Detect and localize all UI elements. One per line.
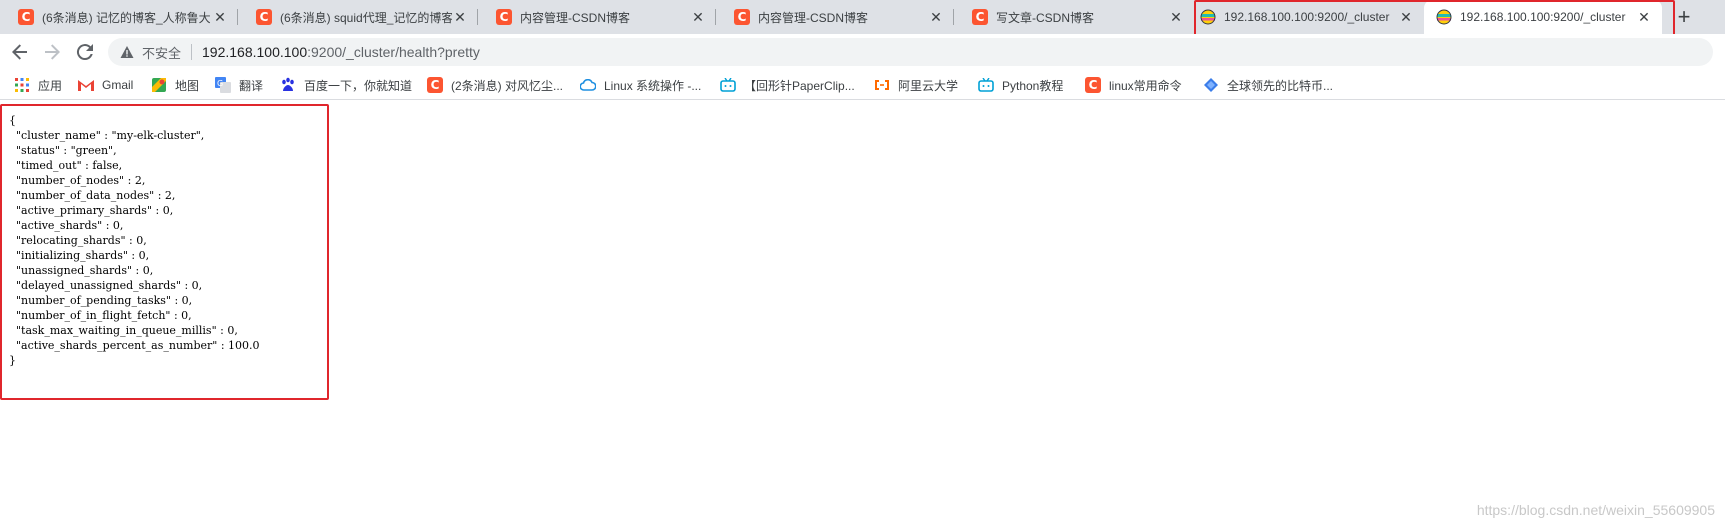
forward-arrow-icon[interactable] (40, 40, 64, 64)
tab-title: 内容管理-CSDN博客 (520, 10, 630, 25)
close-icon[interactable]: ✕ (1168, 9, 1184, 26)
csdn-icon: C (734, 9, 750, 25)
url-path: :9200/_cluster/health?pretty (307, 44, 480, 60)
close-icon[interactable]: ✕ (212, 9, 228, 26)
json-line: "number_of_data_nodes" : 2, (9, 189, 176, 202)
aliyun-icon (874, 77, 890, 93)
tab-5[interactable]: 192.168.100.100:9200/_cluster ✕ (1196, 0, 1424, 34)
watermark: https://blog.csdn.net/weixin_55609905 (1476, 502, 1715, 518)
apps-grid-icon (14, 77, 30, 93)
csdn-icon: C (427, 77, 443, 93)
tab-4[interactable]: C 写文章-CSDN博客 ✕ (954, 0, 1194, 34)
warning-triangle-icon[interactable] (120, 45, 134, 59)
tab-title: (6条消息) 记忆的博客_人称鲁大 (42, 10, 211, 25)
bookmark-maps[interactable]: 地图 (151, 76, 199, 94)
bookmark-translate[interactable]: G 翻译 (215, 76, 263, 94)
bookmark-label: 地图 (175, 78, 200, 93)
close-icon[interactable]: ✕ (690, 9, 706, 26)
tab-6-active[interactable]: 192.168.100.100:9200/_cluster ✕ (1424, 0, 1662, 34)
bookmark-aliyun[interactable]: 阿里云大学 (874, 76, 958, 94)
close-icon[interactable]: ✕ (1398, 9, 1414, 26)
tab-title: 192.168.100.100:9200/_cluster (1224, 10, 1390, 24)
bookmark-python[interactable]: Python教程 (978, 76, 1063, 94)
bookmark-csdn-2[interactable]: C linux常用命令 (1085, 76, 1182, 94)
tab-2[interactable]: C 内容管理-CSDN博客 ✕ (478, 0, 716, 34)
csdn-icon: C (18, 9, 34, 25)
json-response: { "cluster_name" : "my-elk-cluster", "st… (9, 113, 260, 368)
bookmark-label: 翻译 (239, 78, 264, 93)
translate-icon: G (215, 77, 231, 93)
toolbar: 不安全 192.168.100.100:9200/_cluster/health… (0, 34, 1725, 70)
new-tab-button[interactable]: + (1671, 4, 1697, 30)
address-bar[interactable]: 不安全 192.168.100.100:9200/_cluster/health… (108, 38, 1713, 66)
json-line: "number_of_pending_tasks" : 0, (9, 294, 193, 307)
json-line: "active_shards" : 0, (9, 219, 124, 232)
bookmark-label: (2条消息) 对风忆尘... (451, 78, 564, 93)
json-line: "status" : "green", (9, 144, 117, 157)
bookmark-label: 阿里云大学 (898, 78, 959, 93)
reload-icon[interactable] (73, 40, 97, 64)
back-arrow-icon[interactable] (8, 40, 32, 64)
tab-title: 192.168.100.100:9200/_cluster (1460, 10, 1626, 24)
json-line: } (9, 354, 16, 367)
bookmark-label: Gmail (102, 78, 134, 92)
elastic-icon (1436, 9, 1452, 25)
tab-1[interactable]: C (6条消息) squid代理_记忆的博客 ✕ (238, 0, 478, 34)
elastic-icon (1200, 9, 1216, 25)
tab-strip: C (6条消息) 记忆的博客_人称鲁大 ✕ C (6条消息) squid代理_记… (0, 0, 1725, 34)
security-label[interactable]: 不安全 (142, 43, 181, 62)
json-line: "timed_out" : false, (9, 159, 123, 172)
url-host: 192.168.100.100 (202, 44, 308, 60)
close-icon[interactable]: ✕ (1636, 9, 1652, 26)
json-line: "unassigned_shards" : 0, (9, 264, 154, 277)
baidu-icon (280, 77, 296, 93)
bookmark-apps[interactable]: 应用 (14, 76, 62, 94)
json-line: "relocating_shards" : 0, (9, 234, 147, 247)
bookmark-baidu[interactable]: 百度一下，你就知道 (280, 76, 412, 94)
json-line: { (9, 114, 16, 127)
bookmark-linux[interactable]: Linux 系统操作 -... (580, 76, 701, 94)
bookmark-label: 应用 (38, 78, 63, 93)
json-line: "task_max_waiting_in_queue_millis" : 0, (9, 324, 238, 337)
cloud-icon (580, 77, 596, 93)
bilibili-icon (720, 77, 736, 93)
bookmark-label: 全球领先的比特币... (1227, 78, 1334, 93)
gem-icon (1203, 77, 1219, 93)
tab-0[interactable]: C (6条消息) 记忆的博客_人称鲁大 ✕ (0, 0, 238, 34)
bilibili-icon (978, 77, 994, 93)
bookmark-label: Python教程 (1002, 78, 1064, 93)
json-line: "active_primary_shards" : 0, (9, 204, 174, 217)
bookmark-bitcoin[interactable]: 全球领先的比特币... (1203, 76, 1333, 94)
tab-title: (6条消息) squid代理_记忆的博客 (280, 10, 452, 25)
csdn-icon: C (256, 9, 272, 25)
tab-title: 写文章-CSDN博客 (996, 10, 1094, 25)
tab-title: 内容管理-CSDN博客 (758, 10, 868, 25)
bookmark-label: linux常用命令 (1109, 78, 1182, 93)
bookmark-label: Linux 系统操作 -... (604, 78, 702, 93)
json-line: "number_of_in_flight_fetch" : 0, (9, 309, 192, 322)
json-line: "initializing_shards" : 0, (9, 249, 150, 262)
json-line: "number_of_nodes" : 2, (9, 174, 146, 187)
csdn-icon: C (496, 9, 512, 25)
csdn-icon: C (1085, 77, 1101, 93)
bookmark-label: 百度一下，你就知道 (304, 78, 413, 93)
bookmark-csdn-1[interactable]: C (2条消息) 对风忆尘... (427, 76, 563, 94)
gmail-icon (78, 77, 94, 93)
close-icon[interactable]: ✕ (928, 9, 944, 26)
svg-text:G: G (217, 79, 223, 88)
json-line: "active_shards_percent_as_number" : 100.… (9, 339, 260, 352)
bookmark-label: 【回形针PaperClip... (744, 78, 855, 93)
bookmark-paperclip[interactable]: 【回形针PaperClip... (720, 76, 855, 94)
json-line: "cluster_name" : "my-elk-cluster", (9, 129, 205, 142)
tab-3[interactable]: C 内容管理-CSDN博客 ✕ (716, 0, 954, 34)
close-icon[interactable]: ✕ (452, 9, 468, 26)
maps-icon (151, 77, 167, 93)
bookmark-gmail[interactable]: Gmail (78, 76, 133, 94)
json-line: "delayed_unassigned_shards" : 0, (9, 279, 203, 292)
csdn-icon: C (972, 9, 988, 25)
bookmarks-bar: 应用 Gmail 地图 G 翻译 百度一下，你就知道 C (2条消息) 对风忆尘… (0, 70, 1725, 100)
